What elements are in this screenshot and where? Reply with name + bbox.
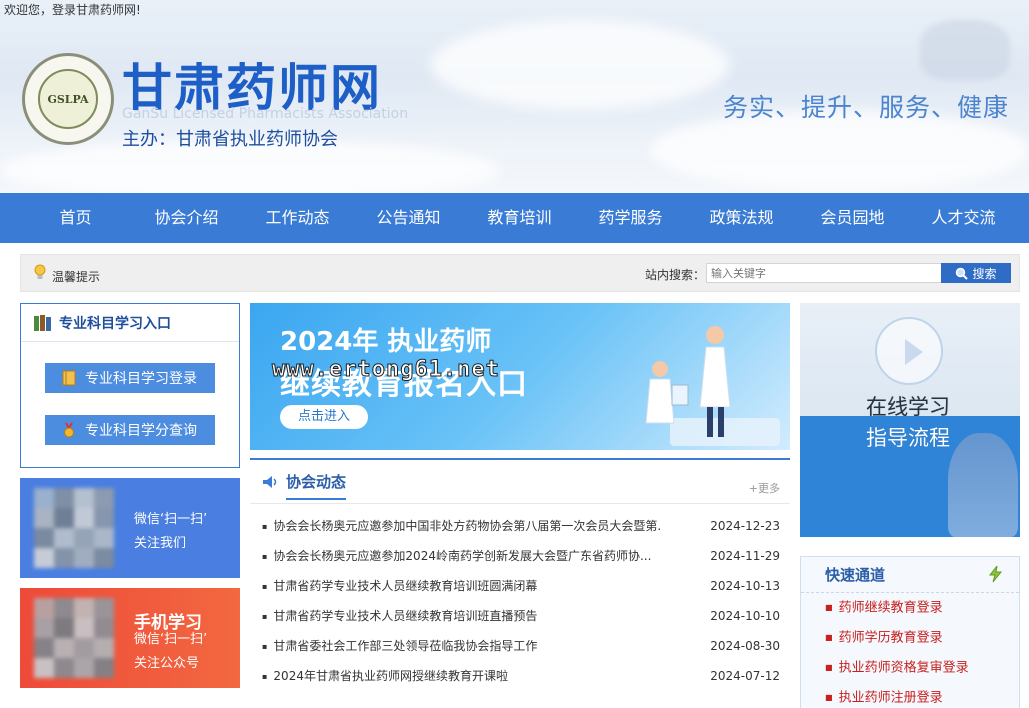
pharmacists-illustration <box>645 326 780 446</box>
mobile-scan-text: 微信‘扫一扫’ <box>134 632 208 647</box>
watermark-text: www.ertong61.net <box>272 357 500 383</box>
study-login-label: 专业科目学习登录 <box>85 371 197 387</box>
news-item[interactable]: 甘肃省委社会工作部三处领导莅临我协会指导工作 2024-08-30 <box>262 638 780 668</box>
news-item-date: 2024-11-29 <box>710 549 780 563</box>
news-title: 协会动态 <box>286 463 347 500</box>
presenter-figure <box>948 433 1018 537</box>
search-input[interactable] <box>706 263 942 283</box>
guide-line-1: 在线学习 <box>866 395 950 419</box>
lightning-icon <box>988 565 1003 583</box>
nav-item-pharmacy[interactable]: 药学服务 <box>575 193 686 243</box>
quick-access-panel: 快速通道 药师继续教育登录 药师学历教育登录 执业药师资格复审登录 执业药师注册… <box>800 556 1020 708</box>
nav-item-notices[interactable]: 公告通知 <box>353 193 464 243</box>
nav-item-work[interactable]: 工作动态 <box>242 193 353 243</box>
quick-link-cpe-login[interactable]: 药师继续教育登录 <box>825 593 1019 623</box>
quick-link-qualification-login[interactable]: 执业药师资格复审登录 <box>825 653 1019 683</box>
search-bar: 温馨提示 站内搜索： 搜索 <box>20 254 1020 292</box>
news-item-title: 协会会长杨奥元应邀参加中国非处方药物协会第八届第一次会员大会暨第... <box>262 518 662 548</box>
slogan: 务实、提升、服务、健康 <box>722 93 1009 122</box>
news-item[interactable]: 2024年甘肃省执业药师网授继续教育开课啦 2024-07-12 <box>262 668 780 698</box>
nav-item-training[interactable]: 教育培训 <box>464 193 575 243</box>
lightbulb-icon <box>34 264 46 279</box>
mobile-qr-code <box>34 598 114 678</box>
news-item-date: 2024-07-12 <box>710 669 780 683</box>
nav-item-talent[interactable]: 人才交流 <box>908 193 1019 243</box>
news-item[interactable]: 甘肃省药学专业技术人员继续教育培训班圆满闭幕 2024-10-13 <box>262 578 780 608</box>
banner-enter-button[interactable]: 点击进入 <box>280 405 368 429</box>
news-more-link[interactable]: +更多 <box>749 480 780 496</box>
wechat-qr-code <box>34 488 114 568</box>
news-item[interactable]: 协会会长杨奥元应邀参加中国非处方药物协会第八届第一次会员大会暨第... 2024-… <box>262 518 780 548</box>
medal-icon <box>64 422 74 438</box>
site-header: 欢迎您，登录甘肃药师网! GSLPA 甘肃药师网 GanSu Licensed … <box>0 0 1029 193</box>
welcome-text: 欢迎您，登录甘肃药师网! <box>4 3 141 17</box>
search-button[interactable]: 搜索 <box>941 263 1011 283</box>
news-list: 协会会长杨奥元应邀参加中国非处方药物协会第八届第一次会员大会暨第... 2024-… <box>250 504 790 698</box>
nav-item-policy[interactable]: 政策法规 <box>686 193 797 243</box>
decorative-figure <box>920 20 1010 80</box>
book-icon <box>62 370 76 386</box>
banner-year: 2024年 执业药师 <box>280 327 492 357</box>
guide-line-2: 指导流程 <box>866 426 950 450</box>
quick-link-registration-login[interactable]: 执业药师注册登录 <box>825 683 1019 708</box>
news-item-date: 2024-12-23 <box>710 519 780 533</box>
search-label: 站内搜索： <box>645 268 706 282</box>
study-credit-label: 专业科目学分查询 <box>85 423 197 439</box>
nav-item-members[interactable]: 会员园地 <box>797 193 908 243</box>
speaker-icon <box>263 475 277 488</box>
news-item[interactable]: 协会会长杨奥元应邀参加2024岭南药学创新发展大会暨广东省药师协... 2024-… <box>262 548 780 578</box>
study-entry-title: 专业科目学习入口 <box>59 315 171 332</box>
guide-text: 在线学习 指导流程 <box>866 392 950 454</box>
association-news: 协会动态 +更多 协会会长杨奥元应邀参加中国非处方药物协会第八届第一次会员大会暨… <box>250 458 790 708</box>
nav-item-about[interactable]: 协会介绍 <box>131 193 242 243</box>
news-item-title: 甘肃省药学专业技术人员继续教育培训班圆满闭幕 <box>262 578 537 608</box>
quick-access-title: 快速通道 <box>825 566 886 584</box>
books-icon <box>34 314 51 331</box>
mobile-study-promo[interactable]: 手机学习 微信‘扫一扫’ 关注公众号 <box>20 588 240 688</box>
play-icon <box>875 317 943 385</box>
site-host: 主办：甘肃省执业药师协会 <box>122 129 338 150</box>
news-item-date: 2024-08-30 <box>710 639 780 653</box>
main-nav: 首页 协会介绍 工作动态 公告通知 教育培训 药学服务 政策法规 会员园地 人才… <box>0 193 1029 243</box>
study-credit-button[interactable]: 专业科目学分查询 <box>45 415 215 445</box>
mobile-follow-text: 关注公众号 <box>134 656 200 671</box>
study-login-button[interactable]: 专业科目学习登录 <box>45 363 215 393</box>
news-item[interactable]: 甘肃省药学专业技术人员继续教育培训班直播预告 2024-10-10 <box>262 608 780 638</box>
news-item-title: 2024年甘肃省执业药师网授继续教育开课啦 <box>262 668 508 698</box>
study-entry-panel: 专业科目学习入口 专业科目学习登录 专业科目学分查询 <box>20 303 240 468</box>
news-header: 协会动态 +更多 <box>250 460 790 504</box>
news-item-date: 2024-10-13 <box>710 579 780 593</box>
site-title-en: GanSu Licensed Pharmacists Association <box>122 106 409 122</box>
news-item-title: 甘肃省委社会工作部三处领导莅临我协会指导工作 <box>262 638 537 668</box>
wechat-follow-text: 关注我们 <box>134 536 187 551</box>
online-study-guide[interactable]: 在线学习 指导流程 <box>800 303 1020 537</box>
wechat-follow-promo[interactable]: 微信‘扫一扫’ 关注我们 <box>20 478 240 578</box>
study-entry-header: 专业科目学习入口 <box>21 304 239 342</box>
quick-access-header: 快速通道 <box>801 557 1019 593</box>
news-item-title: 协会会长杨奥元应邀参加2024岭南药学创新发展大会暨广东省药师协... <box>262 548 651 578</box>
wechat-scan-text: 微信‘扫一扫’ <box>134 512 208 527</box>
logo-emblem: GSLPA <box>38 69 98 129</box>
nav-item-home[interactable]: 首页 <box>20 193 131 243</box>
search-icon <box>956 267 969 280</box>
search-button-label: 搜索 <box>972 266 997 281</box>
association-logo[interactable]: GSLPA <box>22 53 114 145</box>
tip-label: 温馨提示 <box>52 270 101 284</box>
quick-link-degree-login[interactable]: 药师学历教育登录 <box>825 623 1019 653</box>
news-item-date: 2024-10-10 <box>710 609 780 623</box>
news-item-title: 甘肃省药学专业技术人员继续教育培训班直播预告 <box>262 608 537 638</box>
quick-access-list: 药师继续教育登录 药师学历教育登录 执业药师资格复审登录 执业药师注册登录 <box>801 593 1019 708</box>
